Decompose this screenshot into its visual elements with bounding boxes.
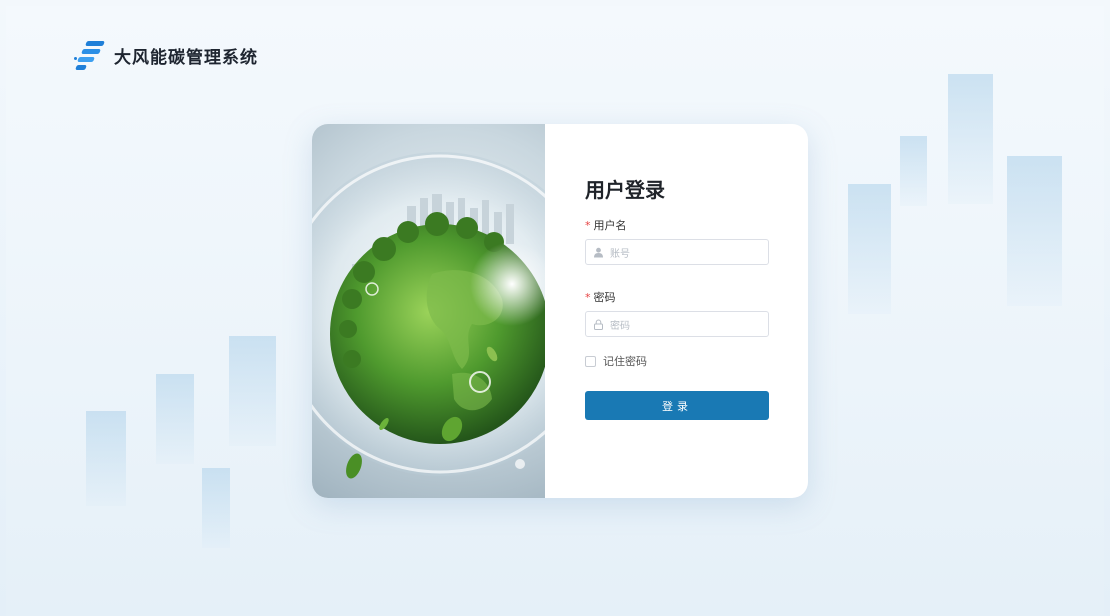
decor-bar	[156, 374, 194, 464]
login-button[interactable]: 登录	[585, 391, 769, 420]
app-title: 大风能碳管理系统	[114, 47, 258, 68]
remember-label: 记住密码	[603, 355, 647, 368]
decor-bar	[202, 468, 230, 548]
user-icon	[592, 246, 604, 258]
login-heading: 用户登录	[585, 178, 665, 202]
username-placeholder: 账号	[610, 248, 630, 260]
app-header: 大风能碳管理系统	[74, 40, 258, 70]
remember-password[interactable]: 记住密码	[585, 353, 808, 369]
decor-bar	[848, 184, 891, 314]
earth-illustration	[312, 124, 545, 498]
username-group: * 用户名 账号	[585, 217, 808, 265]
lock-icon	[592, 318, 604, 330]
decor-bar	[1007, 156, 1062, 306]
remember-checkbox[interactable]	[585, 355, 596, 367]
password-field[interactable]: 密码	[585, 311, 769, 337]
password-group: * 密码 密码	[585, 289, 808, 337]
username-label-text: 用户名	[593, 219, 627, 232]
username-label: * 用户名	[585, 217, 808, 233]
app-logo-icon	[74, 40, 105, 70]
login-card: 用户登录 * 用户名 账号 * 密码 密码 记住密码 登录	[312, 124, 808, 498]
decor-bar	[86, 411, 126, 506]
required-mark: *	[585, 290, 591, 304]
decor-bar	[229, 336, 276, 446]
decor-bar	[948, 74, 993, 204]
password-placeholder: 密码	[610, 320, 630, 332]
login-form: 用户登录 * 用户名 账号 * 密码 密码 记住密码 登录	[545, 124, 808, 498]
decor-bar	[900, 136, 927, 206]
password-label-text: 密码	[593, 291, 616, 304]
password-label: * 密码	[585, 289, 808, 305]
username-field[interactable]: 账号	[585, 239, 769, 265]
required-mark: *	[585, 218, 591, 232]
